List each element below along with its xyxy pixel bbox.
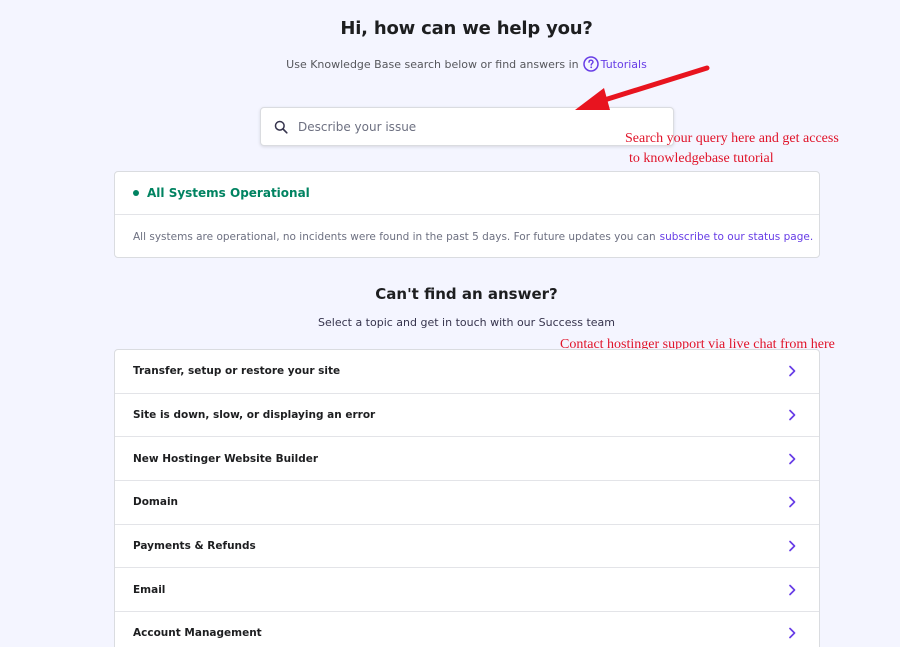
topic-label: Domain — [133, 496, 179, 509]
topic-item-transfer[interactable]: Transfer, setup or restore your site — [115, 350, 819, 394]
topic-label: Account Management — [133, 627, 262, 640]
chevron-right-icon — [789, 409, 796, 421]
topic-item-site-down[interactable]: Site is down, slow, or displaying an err… — [115, 394, 819, 438]
topic-label: Transfer, setup or restore your site — [133, 365, 341, 378]
chevron-right-icon — [789, 628, 796, 639]
chevron-right-icon — [789, 540, 796, 552]
topic-item-payments[interactable]: Payments & Refunds — [115, 525, 819, 569]
search-annotation-line2: to knowledgebase tutorial — [629, 151, 774, 166]
search-annotation-line1: Search your query here and get access — [625, 131, 839, 146]
topic-list: Transfer, setup or restore your site Sit… — [114, 349, 820, 647]
status-card: All Systems Operational All systems are … — [114, 171, 820, 258]
topic-label: New Hostinger Website Builder — [133, 452, 319, 465]
support-title: Can't find an answer? — [375, 285, 558, 303]
topic-item-website-builder[interactable]: New Hostinger Website Builder — [115, 437, 819, 482]
status-title: All Systems Operational — [147, 186, 310, 200]
support-subtitle: Select a topic and get in touch with our… — [318, 316, 615, 329]
topic-item-email[interactable]: Email — [115, 568, 819, 613]
topic-label: Payments & Refunds — [133, 540, 256, 553]
chevron-right-icon — [789, 497, 796, 508]
page-subtitle: Use Knowledge Base search below or find … — [0, 56, 900, 72]
topic-label: Email — [133, 583, 166, 596]
search-icon — [274, 120, 288, 134]
status-message: All systems are operational, no incident… — [133, 230, 656, 243]
status-body: All systems are operational, no incident… — [115, 215, 819, 258]
topic-item-domain[interactable]: Domain — [115, 481, 819, 525]
chevron-right-icon — [789, 453, 796, 465]
chevron-right-icon — [789, 584, 796, 596]
annotation-arrow-icon — [575, 65, 710, 110]
status-header: All Systems Operational — [115, 172, 819, 215]
page-title: Hi, how can we help you? — [340, 18, 593, 39]
status-dot-icon — [133, 190, 139, 196]
status-page-link[interactable]: subscribe to our status page. — [660, 231, 814, 243]
topic-item-account[interactable]: Account Management — [115, 612, 819, 647]
chevron-right-icon — [789, 365, 796, 377]
subtitle-text: Use Knowledge Base search below or find … — [286, 57, 579, 71]
topic-label: Site is down, slow, or displaying an err… — [133, 409, 376, 422]
